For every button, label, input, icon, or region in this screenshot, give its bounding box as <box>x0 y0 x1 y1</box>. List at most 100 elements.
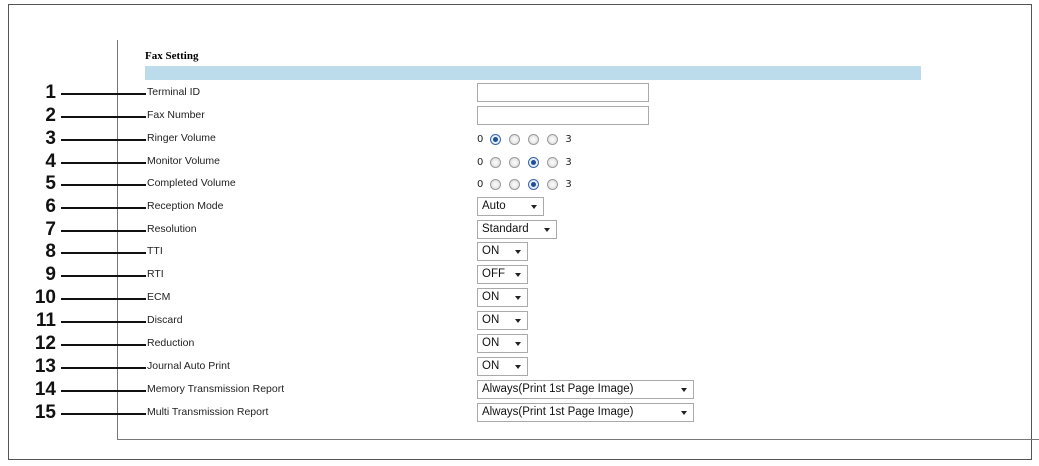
chevron-down-icon <box>544 228 550 232</box>
dropdown-select[interactable]: Always(Print 1st Page Image) <box>477 403 694 422</box>
callout-number: 6 <box>45 196 56 217</box>
setting-row: 6 Reception Mode Auto <box>0 197 1039 217</box>
setting-label: Resolution <box>147 223 197 235</box>
dropdown-select[interactable]: ON <box>477 288 528 307</box>
volume-radio-group: 03 <box>477 132 572 146</box>
volume-radio-button[interactable] <box>528 178 540 190</box>
text-input[interactable] <box>477 83 649 102</box>
setting-row: 9 RTI OFF <box>0 265 1039 285</box>
text-input[interactable] <box>477 106 649 125</box>
dropdown-select[interactable]: Always(Print 1st Page Image) <box>477 380 694 399</box>
dropdown-select[interactable]: Auto <box>477 197 544 216</box>
dropdown-value: Standard <box>482 223 529 235</box>
callout-leader-line <box>61 252 146 254</box>
chevron-down-icon <box>515 342 521 346</box>
callout-number: 7 <box>45 219 56 240</box>
setting-label: Journal Auto Print <box>147 360 230 372</box>
callout-number: 5 <box>45 173 56 194</box>
volume-radio-group: 03 <box>477 177 572 191</box>
volume-radio-button[interactable] <box>509 133 521 145</box>
setting-label: TTI <box>147 245 163 257</box>
volume-radio-button[interactable] <box>509 178 521 190</box>
dropdown-value: ON <box>482 360 500 372</box>
callout-leader-line <box>61 230 146 232</box>
callout-number: 8 <box>45 241 56 262</box>
callout-number: 9 <box>45 264 56 285</box>
volume-radio-button[interactable] <box>547 156 559 168</box>
callout-leader-line <box>61 93 146 95</box>
setting-row: 2 Fax Number <box>0 106 1039 126</box>
chevron-down-icon <box>515 250 521 254</box>
callout-number: 13 <box>34 356 56 377</box>
setting-row: 1 Terminal ID <box>0 83 1039 103</box>
callout-number: 12 <box>34 333 56 354</box>
callout-leader-line <box>61 413 146 415</box>
volume-radio-button[interactable] <box>490 133 502 145</box>
dropdown-value: Always(Print 1st Page Image) <box>482 406 634 418</box>
callout-number: 4 <box>45 151 56 172</box>
dropdown-select[interactable]: OFF <box>477 265 528 284</box>
setting-row: 13 Journal Auto Print ON <box>0 357 1039 377</box>
dropdown-value: ON <box>482 291 500 303</box>
dropdown-value: ON <box>482 245 500 257</box>
callout-leader-line <box>61 207 146 209</box>
dropdown-value: ON <box>482 337 500 349</box>
dropdown-select[interactable]: ON <box>477 242 528 261</box>
setting-label: Reduction <box>147 337 195 349</box>
scale-min-label: 0 <box>477 178 484 190</box>
chevron-down-icon <box>515 365 521 369</box>
callout-leader-line <box>61 162 146 164</box>
dropdown-value: Auto <box>482 200 506 212</box>
callout-number: 15 <box>34 402 56 423</box>
section-title-band <box>145 66 921 80</box>
setting-row: 3 Ringer Volume 0 3 <box>0 129 1039 149</box>
scale-min-label: 0 <box>477 156 484 168</box>
callout-leader-line <box>61 321 146 323</box>
callout-number: 2 <box>45 105 56 126</box>
dropdown-value: ON <box>482 314 500 326</box>
volume-radio-button[interactable] <box>490 156 502 168</box>
callout-number: 1 <box>45 82 56 103</box>
setting-row: 15 Multi Transmission Report Always(Print … <box>0 403 1039 423</box>
callout-number: 10 <box>34 287 56 308</box>
chevron-down-icon <box>515 273 521 277</box>
callout-leader-line <box>61 367 146 369</box>
setting-row: 5 Completed Volume 0 3 <box>0 174 1039 194</box>
setting-label: Reception Mode <box>147 200 224 212</box>
callout-leader-line <box>61 344 146 346</box>
volume-radio-button[interactable] <box>490 178 502 190</box>
setting-label: Ringer Volume <box>147 132 216 144</box>
scale-max-label: 3 <box>565 133 572 145</box>
setting-label: Memory Transmission Report <box>147 383 285 395</box>
dropdown-value: OFF <box>482 268 505 280</box>
callout-number: 11 <box>35 310 56 331</box>
setting-row: 10 ECM ON <box>0 288 1039 308</box>
setting-label: Terminal ID <box>147 86 201 98</box>
setting-label: RTI <box>147 268 164 280</box>
setting-row: 11 Discard ON <box>0 311 1039 331</box>
callout-leader-line <box>61 275 146 277</box>
dropdown-select[interactable]: ON <box>477 311 528 330</box>
section-title: Fax Setting <box>145 50 199 62</box>
volume-radio-button[interactable] <box>509 156 521 168</box>
volume-radio-button[interactable] <box>528 156 540 168</box>
dropdown-select[interactable]: ON <box>477 334 528 353</box>
setting-label: Fax Number <box>147 109 205 121</box>
scale-max-label: 3 <box>565 178 572 190</box>
setting-row: 14 Memory Transmission Report Always(Print… <box>0 380 1039 400</box>
volume-radio-button[interactable] <box>547 133 559 145</box>
setting-label: Completed Volume <box>147 177 236 189</box>
callout-leader-line <box>61 298 146 300</box>
setting-label: Multi Transmission Report <box>147 406 269 418</box>
dropdown-value: Always(Print 1st Page Image) <box>482 383 634 395</box>
callout-leader-line <box>61 116 146 118</box>
volume-radio-button[interactable] <box>547 178 559 190</box>
volume-radio-button[interactable] <box>528 133 540 145</box>
callout-leader-line <box>61 184 146 186</box>
scale-min-label: 0 <box>477 133 484 145</box>
setting-label: ECM <box>147 291 171 303</box>
callout-number: 3 <box>45 128 56 149</box>
dropdown-select[interactable]: Standard <box>477 220 557 239</box>
setting-label: Discard <box>147 314 183 326</box>
dropdown-select[interactable]: ON <box>477 357 528 376</box>
